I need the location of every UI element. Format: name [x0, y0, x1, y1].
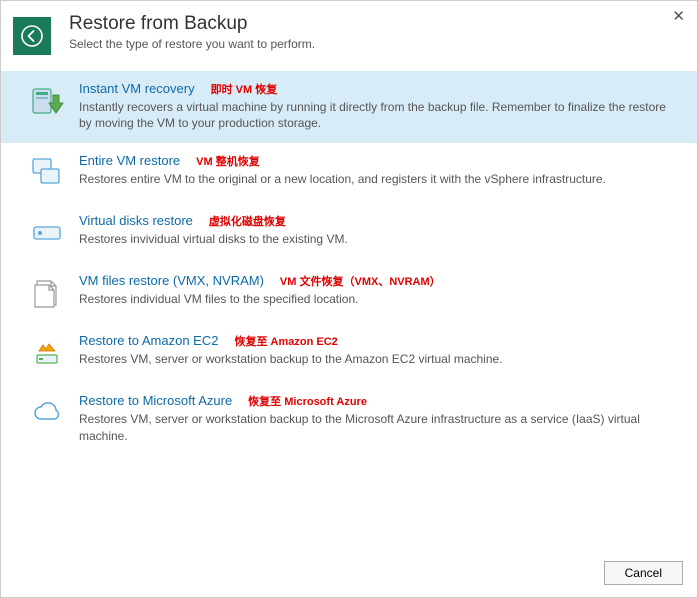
option-title: Restore to Amazon EC2 [79, 333, 218, 348]
azure-cloud-icon [29, 395, 65, 431]
option-desc: Restores VM, server or workstation backu… [79, 411, 679, 443]
restore-options-list: Instant VM recovery 即时 VM 恢复 Instantly r… [1, 65, 697, 551]
cancel-button[interactable]: Cancel [604, 561, 683, 585]
option-vm-files-restore[interactable]: VM files restore (VMX, NVRAM) VM 文件恢复（VM… [1, 263, 697, 323]
option-title: Restore to Microsoft Azure [79, 393, 232, 408]
option-title: VM files restore (VMX, NVRAM) [79, 273, 264, 288]
page-subtitle: Select the type of restore you want to p… [69, 37, 315, 51]
option-annotation: 恢复至 Microsoft Azure [248, 393, 367, 409]
amazon-ec2-icon [29, 335, 65, 371]
footer: Cancel [1, 551, 697, 597]
option-entire-vm-restore[interactable]: Entire VM restore VM 整机恢复 Restores entir… [1, 143, 697, 203]
option-desc: Restores VM, server or workstation backu… [79, 351, 679, 367]
back-button[interactable] [13, 17, 51, 55]
option-desc: Restores individual VM files to the spec… [79, 291, 679, 307]
virtual-disk-icon [29, 215, 65, 251]
option-restore-amazon-ec2[interactable]: Restore to Amazon EC2 恢复至 Amazon EC2 Res… [1, 323, 697, 383]
option-annotation: 恢复至 Amazon EC2 [234, 333, 337, 349]
option-title: Instant VM recovery [79, 81, 195, 96]
restore-wizard: ✕ Restore from Backup Select the type of… [0, 0, 698, 598]
option-annotation: 虚拟化磁盘恢复 [209, 213, 286, 229]
option-desc: Instantly recovers a virtual machine by … [79, 99, 679, 131]
vm-files-icon [29, 275, 65, 311]
option-virtual-disks-restore[interactable]: Virtual disks restore 虚拟化磁盘恢复 Restores i… [1, 203, 697, 263]
option-desc: Restores entire VM to the original or a … [79, 171, 679, 187]
option-restore-azure[interactable]: Restore to Microsoft Azure 恢复至 Microsoft… [1, 383, 697, 455]
close-icon[interactable]: ✕ [672, 7, 685, 25]
option-title: Virtual disks restore [79, 213, 193, 228]
option-desc: Restores invividual virtual disks to the… [79, 231, 679, 247]
option-annotation: 即时 VM 恢复 [211, 81, 278, 97]
entire-vm-icon [29, 155, 65, 191]
back-arrow-icon [20, 24, 44, 48]
page-title: Restore from Backup [69, 13, 315, 35]
option-title: Entire VM restore [79, 153, 180, 168]
option-annotation: VM 文件恢复（VMX、NVRAM） [280, 273, 441, 289]
option-instant-vm-recovery[interactable]: Instant VM recovery 即时 VM 恢复 Instantly r… [1, 71, 697, 143]
option-annotation: VM 整机恢复 [196, 153, 260, 169]
header: Restore from Backup Select the type of r… [1, 1, 697, 65]
instant-recovery-icon [29, 83, 65, 119]
